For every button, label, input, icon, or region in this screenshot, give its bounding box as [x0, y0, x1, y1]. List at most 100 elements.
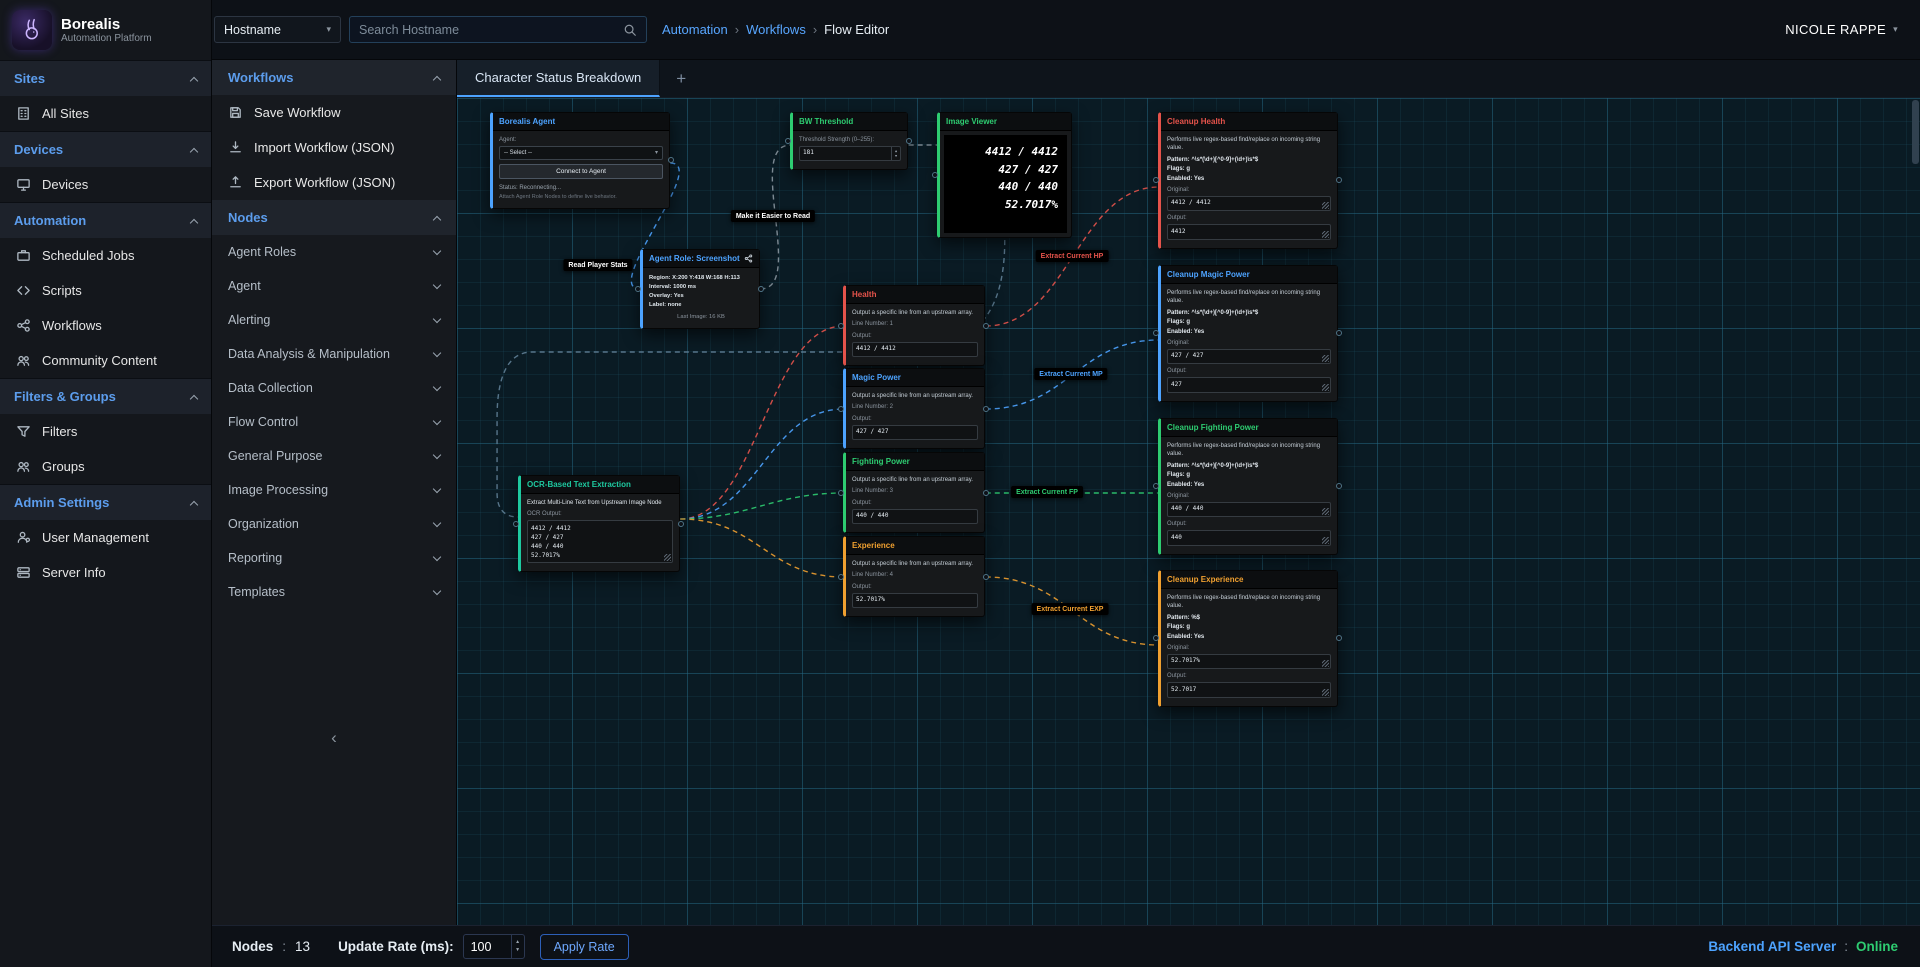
sidebar-section-filters-groups[interactable]: Filters & Groups [0, 378, 211, 414]
node-ocr-text-extraction[interactable]: OCR-Based Text Extraction Extract Multi-… [518, 475, 680, 572]
input-port[interactable] [932, 172, 938, 178]
breadcrumb-workflows[interactable]: Workflows [746, 22, 806, 37]
threshold-input[interactable]: 181 ▲▼ [799, 146, 901, 161]
category-agent-roles[interactable]: Agent Roles [212, 235, 456, 269]
sidebar-item-groups[interactable]: Groups [0, 449, 211, 484]
edge-label-extract-mp[interactable]: Extract Current MP [1034, 368, 1107, 380]
sidebar-section-sites[interactable]: Sites [0, 60, 211, 96]
input-port[interactable] [513, 521, 519, 527]
category-organization[interactable]: Organization [212, 507, 456, 541]
tab-character-status-breakdown[interactable]: Character Status Breakdown [457, 60, 660, 97]
sidebar-item-server-info[interactable]: Server Info [0, 555, 211, 590]
sidebar-section-devices[interactable]: Devices [0, 131, 211, 167]
edge-label-extract-exp[interactable]: Extract Current EXP [1032, 603, 1109, 615]
sidebar-item-all-sites[interactable]: All Sites [0, 96, 211, 131]
apply-rate-button[interactable]: Apply Rate [540, 934, 629, 960]
output-textarea[interactable]: 427 [1167, 377, 1331, 392]
node-cleanup-fighting-power[interactable]: Cleanup Fighting Power Performs live reg… [1158, 418, 1338, 555]
output-port[interactable] [678, 521, 684, 527]
collapse-palette-button[interactable]: ‹ [212, 728, 456, 748]
palette-section-workflows[interactable]: Workflows [212, 60, 456, 95]
original-textarea[interactable]: 52.7017% [1167, 654, 1331, 669]
edge-ocr-to-fighting[interactable] [680, 493, 843, 519]
input-port[interactable] [785, 138, 791, 144]
edge-label-make-it-easier[interactable]: Make it Easier to Read [731, 210, 815, 222]
node-magic-power[interactable]: Magic Power Output a specific line from … [843, 368, 985, 449]
connect-to-agent-button[interactable]: Connect to Agent [499, 164, 663, 179]
output-textarea[interactable]: 4412 [1167, 224, 1331, 239]
sidebar-section-automation[interactable]: Automation [0, 202, 211, 238]
input-port[interactable] [635, 286, 641, 292]
input-port[interactable] [838, 323, 844, 329]
sidebar-item-scripts[interactable]: Scripts [0, 273, 211, 308]
output-textarea[interactable]: 440 [1167, 530, 1331, 545]
canvas-scrollbar[interactable] [1912, 100, 1919, 164]
node-health[interactable]: Health Output a specific line from an up… [843, 285, 985, 366]
category-data-analysis[interactable]: Data Analysis & Manipulation [212, 337, 456, 371]
sidebar-item-scheduled-jobs[interactable]: Scheduled Jobs [0, 238, 211, 273]
sidebar-item-workflows[interactable]: Workflows [0, 308, 211, 343]
edge-label-extract-hp[interactable]: Extract Current HP [1036, 250, 1109, 262]
sidebar-item-user-management[interactable]: User Management [0, 520, 211, 555]
node-experience[interactable]: Experience Output a specific line from a… [843, 536, 985, 617]
number-spinner[interactable]: ▲▼ [511, 935, 524, 958]
node-fighting-power[interactable]: Fighting Power Output a specific line fr… [843, 452, 985, 533]
node-cleanup-magic-power[interactable]: Cleanup Magic Power Performs live regex-… [1158, 265, 1338, 402]
save-workflow-button[interactable]: Save Workflow [212, 95, 456, 130]
sidebar-item-devices[interactable]: Devices [0, 167, 211, 202]
edge-ocr-to-experience[interactable] [680, 519, 843, 577]
output-field[interactable]: 440 / 440 [852, 509, 978, 524]
input-port[interactable] [1153, 483, 1159, 489]
node-bw-threshold[interactable]: BW Threshold Threshold Strength (0–255):… [790, 112, 908, 170]
edge-ocr-to-health[interactable] [680, 326, 843, 519]
category-image-processing[interactable]: Image Processing [212, 473, 456, 507]
output-port[interactable] [983, 490, 989, 496]
category-general-purpose[interactable]: General Purpose [212, 439, 456, 473]
category-templates[interactable]: Templates [212, 575, 456, 609]
number-spinner[interactable]: ▲▼ [891, 147, 900, 160]
sidebar-item-filters[interactable]: Filters [0, 414, 211, 449]
edge-label-read-player-stats[interactable]: Read Player Stats [563, 259, 632, 271]
palette-section-nodes[interactable]: Nodes [212, 200, 456, 235]
agent-select[interactable]: -- Select -- ▾ [499, 146, 663, 159]
output-textarea[interactable]: 52.7017 [1167, 682, 1331, 697]
sidebar-item-community-content[interactable]: Community Content [0, 343, 211, 378]
node-image-viewer[interactable]: Image Viewer 4412 / 4412 427 / 427 440 /… [937, 112, 1072, 238]
hostname-dropdown[interactable]: Hostname ▾ [214, 16, 341, 43]
category-alerting[interactable]: Alerting [212, 303, 456, 337]
search-icon[interactable] [623, 23, 637, 37]
output-port[interactable] [983, 406, 989, 412]
original-textarea[interactable]: 4412 / 4412 [1167, 196, 1331, 211]
input-port[interactable] [838, 406, 844, 412]
share-icon[interactable] [744, 254, 753, 263]
input-port[interactable] [1153, 635, 1159, 641]
sidebar-section-admin-settings[interactable]: Admin Settings [0, 484, 211, 520]
user-menu[interactable]: NICOLE RAPPE ▾ [1785, 22, 1898, 37]
output-port[interactable] [983, 323, 989, 329]
input-port[interactable] [838, 490, 844, 496]
original-textarea[interactable]: 440 / 440 [1167, 502, 1331, 517]
output-field[interactable]: 52.7017% [852, 593, 978, 608]
node-cleanup-experience[interactable]: Cleanup Experience Performs live regex-b… [1158, 570, 1338, 707]
output-port[interactable] [983, 574, 989, 580]
category-reporting[interactable]: Reporting [212, 541, 456, 575]
edge-label-extract-fp[interactable]: Extract Current FP [1011, 486, 1083, 498]
category-data-collection[interactable]: Data Collection [212, 371, 456, 405]
input-port[interactable] [1153, 330, 1159, 336]
output-port[interactable] [758, 286, 764, 292]
node-cleanup-health[interactable]: Cleanup Health Performs live regex-based… [1158, 112, 1338, 249]
input-port[interactable] [838, 574, 844, 580]
category-agent[interactable]: Agent [212, 269, 456, 303]
input-port[interactable] [1153, 177, 1159, 183]
ocr-output-textarea[interactable]: 4412 / 4412 427 / 427 440 / 440 52.7017% [527, 520, 673, 563]
breadcrumb-automation[interactable]: Automation [662, 22, 728, 37]
node-agent-role-screenshot[interactable]: Agent Role: Screenshot Region: X:200 Y:4… [640, 249, 760, 329]
export-workflow-button[interactable]: Export Workflow (JSON) [212, 165, 456, 200]
output-field[interactable]: 4412 / 4412 [852, 342, 978, 357]
search-input[interactable] [359, 23, 623, 37]
import-workflow-button[interactable]: Import Workflow (JSON) [212, 130, 456, 165]
new-tab-button[interactable]: + [660, 60, 702, 97]
flow-canvas[interactable]: Borealis Agent Agent: -- Select -- ▾ Con… [457, 98, 1920, 925]
node-borealis-agent[interactable]: Borealis Agent Agent: -- Select -- ▾ Con… [490, 112, 670, 209]
category-flow-control[interactable]: Flow Control [212, 405, 456, 439]
